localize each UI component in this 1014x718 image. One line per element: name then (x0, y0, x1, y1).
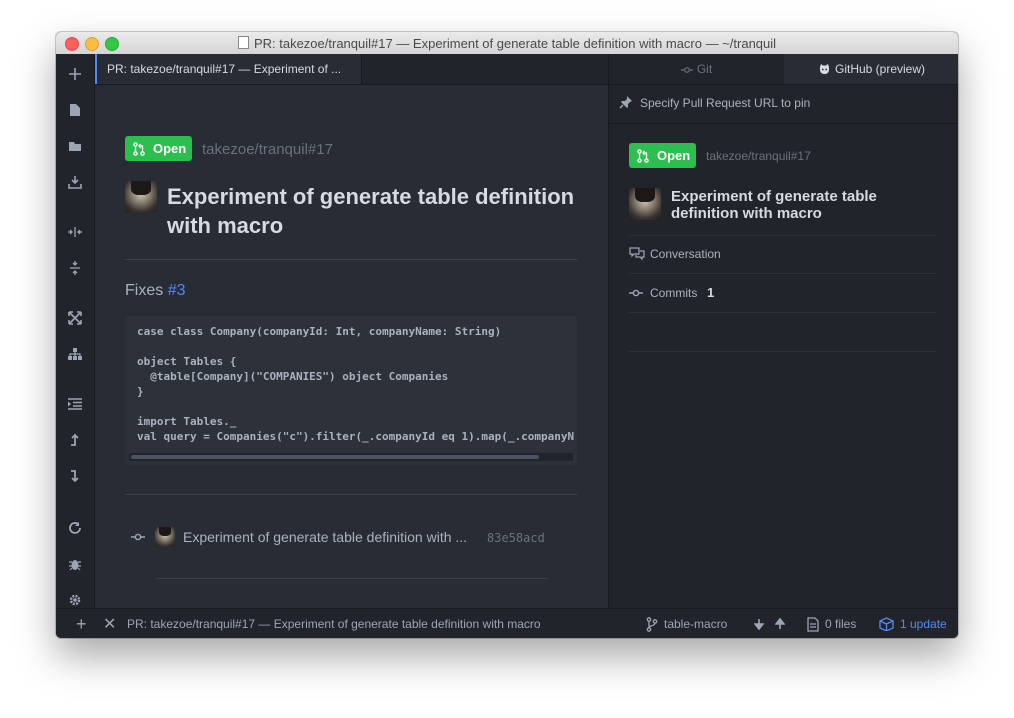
commit-message: Experiment of generate table definition … (183, 529, 468, 545)
atom-window: PR: takezoe/tranquil#17 — Experiment of … (56, 32, 958, 638)
commits-label: Commits (650, 286, 698, 300)
window-title-container: PR: takezoe/tranquil#17 — Experiment of … (56, 36, 958, 51)
document-icon (237, 36, 249, 49)
status-branch-name[interactable]: table-macro (664, 617, 727, 631)
move-down-icon[interactable] (56, 464, 94, 486)
status-close-icon[interactable]: ✕ (103, 614, 116, 634)
tab-git-label: Git (696, 62, 713, 76)
indent-icon[interactable] (56, 392, 94, 414)
save-icon[interactable] (56, 170, 94, 192)
reload-icon[interactable] (56, 516, 94, 538)
code-block: case class Company(companyId: Int, compa… (125, 316, 577, 465)
github-panel: Git GitHub (preview) Specify Pull Reques… (608, 54, 958, 608)
code-horizontal-scrollbar[interactable] (129, 453, 573, 461)
fixes-label: Fixes (125, 282, 164, 299)
push-arrow-up-icon[interactable] (775, 618, 785, 630)
changed-files-icon (807, 617, 819, 632)
split-horizontal-icon[interactable] (56, 220, 94, 242)
window-title: PR: takezoe/tranquil#17 — Experiment of … (253, 36, 777, 51)
status-file-path[interactable]: PR: takezoe/tranquil#17 — Experiment of … (127, 617, 541, 631)
pr-title-line-2: with macro (167, 213, 284, 238)
fixes-issue-link[interactable]: #3 (168, 282, 186, 299)
tab-title: PR: takezoe/tranquil#17 — Experiment of … (107, 62, 342, 76)
pr-state-badge: Open (125, 136, 192, 161)
tab-github-preview[interactable]: GitHub (preview) (784, 54, 958, 84)
fetch-arrow-down-icon[interactable] (754, 618, 764, 630)
pull-request-icon (133, 142, 145, 156)
tab-bar: PR: takezoe/tranquil#17 — Experiment of … (95, 54, 608, 85)
tab-git[interactable]: Git (609, 54, 784, 84)
git-commit-icon (680, 67, 693, 73)
title-divider (125, 259, 578, 260)
status-bar: + ✕ PR: takezoe/tranquil#17 — Experiment… (56, 608, 958, 638)
panel-pr-state-badge: Open (629, 143, 696, 168)
body-divider (125, 494, 578, 495)
github-octocat-icon (819, 64, 829, 74)
pr-repo-reference[interactable]: takezoe/tranquil#17 (202, 141, 333, 158)
commits-icon (629, 289, 643, 297)
status-add-icon[interactable]: + (76, 614, 87, 635)
panel-bottom-divider (629, 351, 937, 352)
commit-icon (131, 533, 145, 541)
panel-tabs: Git GitHub (preview) (609, 54, 958, 85)
status-changed-files[interactable]: 0 files (825, 617, 856, 631)
panel-pr-title-line-1: Experiment of generate table (671, 188, 877, 205)
editor-pane: PR: takezoe/tranquil#17 — Experiment of … (95, 54, 608, 608)
tool-bar (56, 54, 95, 608)
branch-icon (646, 617, 658, 632)
conversation-label: Conversation (650, 247, 721, 261)
panel-author-avatar[interactable] (629, 188, 661, 220)
fullscreen-icon[interactable] (56, 306, 94, 328)
add-icon[interactable] (56, 62, 94, 84)
code-content: case class Company(companyId: Int, compa… (137, 325, 575, 443)
tab-pull-request[interactable]: PR: takezoe/tranquil#17 — Experiment of … (95, 54, 362, 84)
split-vertical-icon[interactable] (56, 256, 94, 278)
author-avatar[interactable] (125, 181, 157, 213)
commit-author-avatar (155, 527, 175, 547)
folder-icon[interactable] (56, 134, 94, 156)
tree-icon[interactable] (56, 342, 94, 364)
conversation-item[interactable]: Conversation (629, 235, 937, 274)
settings-icon[interactable] (56, 588, 94, 610)
package-update-icon (879, 617, 894, 631)
commits-count: 1 (707, 285, 715, 300)
pr-state-label: Open (153, 141, 187, 156)
comment-discussion-icon (629, 247, 645, 261)
pr-body-fixes: Fixes #3 (125, 282, 185, 300)
pr-title: Experiment of generate table definition … (167, 182, 574, 240)
pr-title-line-1: Experiment of generate table definition (167, 184, 575, 209)
commit-divider (156, 578, 548, 579)
code-scroll-thumb[interactable] (131, 455, 539, 459)
tab-github-label: GitHub (preview) (834, 62, 926, 76)
pin-url-row[interactable]: Specify Pull Request URL to pin (609, 85, 958, 124)
new-file-icon[interactable] (56, 98, 94, 120)
pin-url-label: Specify Pull Request URL to pin (640, 96, 811, 110)
panel-pr-state-label: Open (657, 148, 691, 163)
status-updates[interactable]: 1 update (900, 617, 947, 631)
commit-row[interactable]: Experiment of generate table definition … (131, 527, 551, 549)
panel-pr-repo-reference[interactable]: takezoe/tranquil#17 (706, 149, 811, 163)
bug-icon[interactable] (56, 552, 94, 574)
pin-icon (619, 96, 632, 109)
panel-pr-title: Experiment of generate table definition … (671, 188, 877, 222)
panel-pull-request-icon (637, 149, 649, 163)
commit-sha[interactable]: 83e58acd (487, 531, 545, 545)
title-bar: PR: takezoe/tranquil#17 — Experiment of … (56, 32, 958, 55)
commits-item[interactable]: Commits 1 (629, 274, 937, 313)
panel-pr-title-line-2: definition with macro (671, 205, 822, 222)
move-up-icon[interactable] (56, 428, 94, 450)
